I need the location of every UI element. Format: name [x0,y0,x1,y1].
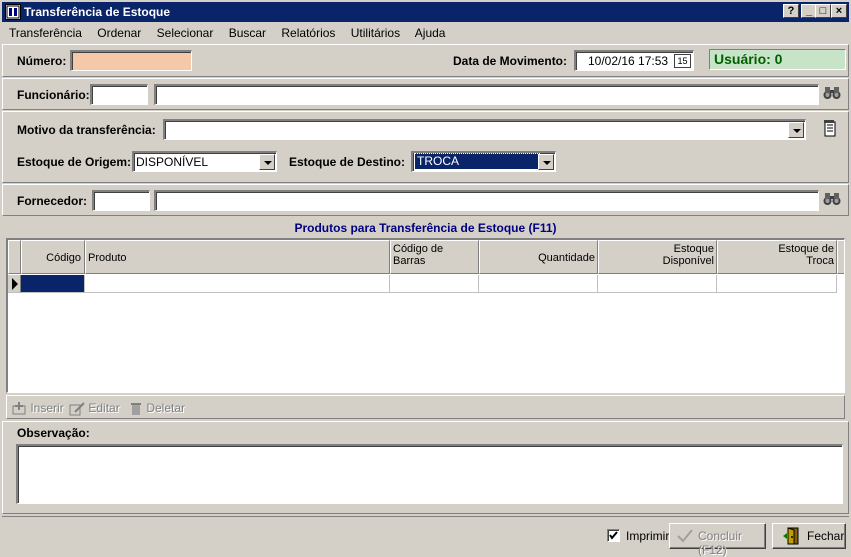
products-title: Produtos para Transferência de Estoque (… [294,221,557,235]
fornecedor-label: Fornecedor: [17,194,88,208]
motivo-panel: Motivo da transferência: Estoque de Orig… [2,111,849,183]
estoque-destino-dropdown-button[interactable] [538,154,554,170]
maximize-button[interactable]: □ [815,4,831,18]
header-panel: Número: Data de Movimento: 10/02/16 17:5… [2,44,849,77]
edit-button[interactable]: Editar [69,400,120,416]
delete-button[interactable]: Deletar [129,400,185,416]
estoque-origem-value: DISPONÍVEL [136,155,209,169]
door-exit-icon [783,527,799,545]
close-window-button[interactable]: Fechar [772,523,846,549]
binoculars-icon [823,87,841,99]
cell-estoque-disponivel[interactable] [598,275,717,293]
check-icon [677,529,693,543]
menu-transferencia[interactable]: Transferência [9,26,82,40]
footer-bar: Imprimir Concluir (F12) Fechar [2,516,849,557]
motivo-list-button[interactable] [823,120,839,138]
menu-ordenar[interactable]: Ordenar [97,26,141,40]
fornecedor-search-button[interactable] [823,192,843,208]
calendar-icon: 15 [677,56,688,66]
conclude-button[interactable]: Concluir (F12) [669,523,766,557]
calendar-button[interactable]: 15 [674,54,691,68]
menu-ajuda[interactable]: Ajuda [415,26,446,40]
numero-field[interactable] [70,50,192,71]
menu-bar: Transferência Ordenar Selecionar Buscar … [9,25,457,41]
close-button[interactable]: × [831,4,847,18]
col-header-produto[interactable]: Produto [85,240,390,274]
data-movimento-field[interactable]: 10/02/16 17:53 15 [574,50,694,71]
col-header-codigo-barras[interactable]: Código de Barras [390,240,479,274]
motivo-label: Motivo da transferência: [17,123,156,137]
observacao-label: Observação: [17,426,90,440]
menu-utilitarios[interactable]: Utilitários [351,26,400,40]
grid-toolbar: Inserir Editar Deletar [6,395,845,419]
insert-button[interactable]: Inserir [11,400,64,416]
col-header-estoque-troca[interactable]: Estoque de Troca [717,240,837,274]
print-checkbox[interactable] [607,529,620,542]
numero-label: Número: [17,54,67,68]
current-row-arrow-icon [12,278,18,290]
cell-quantidade[interactable] [479,275,598,293]
print-label[interactable]: Imprimir [626,529,669,543]
products-grid[interactable]: Código Produto Código de Barras Quantida… [6,238,845,393]
col-header-estoque-disponivel[interactable]: Estoque Disponível [598,240,717,274]
data-movimento-value: 10/02/16 17:53 [588,54,669,68]
estoque-destino-label: Estoque de Destino: [289,155,406,169]
menu-relatorios[interactable]: Relatórios [281,26,335,40]
menu-selecionar[interactable]: Selecionar [157,26,214,40]
funcionario-name-field[interactable] [154,84,819,105]
menu-buscar[interactable]: Buscar [229,26,266,40]
grid-indicator-header [8,240,21,274]
row-indicator [8,275,21,293]
app-icon [5,4,21,20]
grid-header-filler [837,240,844,274]
window-title: Transferência de Estoque [24,5,171,19]
motivo-select[interactable] [163,119,806,140]
funcionario-code-field[interactable] [90,84,148,105]
title-bar[interactable]: Transferência de Estoque ? _ □ × [2,2,849,22]
checkmark-icon [609,531,618,540]
estoque-destino-value: TROCA [414,153,540,170]
funcionario-panel: Funcionário: [2,78,849,110]
observacao-textarea[interactable] [16,444,843,504]
insert-icon [12,401,26,415]
binoculars-icon [823,193,841,205]
cell-estoque-troca[interactable] [717,275,837,293]
funcionario-search-button[interactable] [823,86,843,102]
funcionario-label: Funcionário: [17,88,90,102]
observacao-panel: Observação: [2,421,849,514]
trash-icon [131,402,141,415]
estoque-origem-label: Estoque de Origem: [17,155,132,169]
estoque-origem-select[interactable]: DISPONÍVEL [132,151,277,172]
col-header-quantidade[interactable]: Quantidade [479,240,598,274]
motivo-dropdown-button[interactable] [788,122,804,138]
data-movimento-label: Data de Movimento: [453,54,568,68]
cell-produto[interactable] [85,275,390,293]
estoque-destino-select[interactable]: TROCA [411,151,556,172]
cell-codigo-barras[interactable] [390,275,479,293]
cell-codigo[interactable] [21,275,85,293]
fornecedor-panel: Fornecedor: [2,184,849,216]
col-header-codigo[interactable]: Código [21,240,85,274]
help-button[interactable]: ? [783,4,799,18]
edit-icon [69,402,85,416]
usuario-badge: Usuário: 0 [709,49,846,70]
estoque-origem-dropdown-button[interactable] [259,154,275,170]
fornecedor-name-field[interactable] [154,190,819,211]
fornecedor-code-field[interactable] [92,190,150,211]
document-stack-icon [824,120,836,137]
